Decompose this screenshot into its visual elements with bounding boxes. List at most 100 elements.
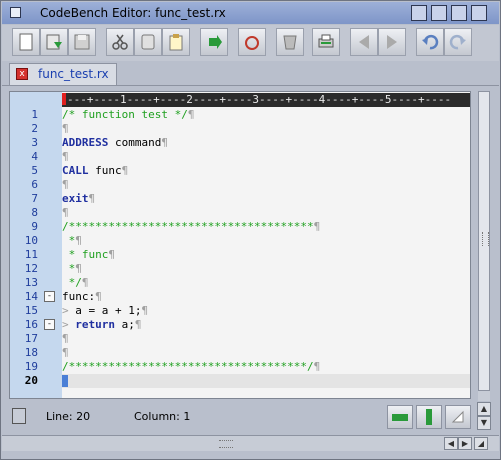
mark-button[interactable] (238, 28, 266, 56)
code-line[interactable]: 15 > a = a + 1;¶ (10, 304, 470, 318)
back-button[interactable] (350, 28, 378, 56)
flag-button[interactable] (445, 405, 471, 429)
code-line[interactable]: 16- > return a;¶ (10, 318, 470, 332)
clear-button[interactable] (276, 28, 304, 56)
code-line[interactable]: 3 ADDRESS command¶ (10, 136, 470, 150)
code-line[interactable]: 20 (10, 374, 470, 388)
code-line[interactable]: 2 ¶ (10, 122, 470, 136)
depth-back-icon[interactable] (471, 5, 487, 21)
pilcrow-mark: ¶ (75, 234, 82, 247)
vertical-scrollbar[interactable]: ▲ ▼ (475, 91, 493, 430)
code-line[interactable]: 14- func:¶ (10, 290, 470, 304)
comment-token: */ (62, 276, 82, 289)
pilcrow-mark: ¶ (62, 150, 69, 163)
code-line[interactable]: 5 CALL func¶ (10, 164, 470, 178)
scroll-left-icon[interactable]: ◀ (444, 437, 458, 450)
line-number: 14 (24, 290, 38, 303)
keyword-token: CALL (62, 164, 89, 177)
redo-button[interactable] (444, 28, 472, 56)
comment-token: /* function test */ (62, 108, 188, 121)
horizontal-scrollbar[interactable]: ◀ ▶ ◢ (2, 435, 499, 451)
ruler-toggle-button[interactable] (387, 405, 413, 429)
scroll-right-icon[interactable]: ▶ (458, 437, 472, 450)
fold-toggle-icon[interactable]: - (44, 291, 55, 302)
close-tab-icon[interactable]: x (16, 68, 28, 80)
scroll-track[interactable] (478, 91, 490, 401)
line-number: 3 (31, 136, 38, 149)
code-line[interactable]: 12 *¶ (10, 262, 470, 276)
new-document-button[interactable] (12, 28, 40, 56)
line-text: func:¶ (62, 290, 102, 304)
paste-button[interactable] (162, 28, 190, 56)
line-text: ¶ (62, 206, 69, 220)
title-bar[interactable]: CodeBench Editor: func_test.rx (2, 2, 499, 24)
print-button[interactable] (312, 28, 340, 56)
line-text: > a = a + 1;¶ (62, 304, 148, 318)
new-document-icon (19, 33, 33, 51)
toolbar (2, 25, 499, 61)
zoom-icon[interactable] (431, 5, 447, 21)
line-number: 12 (24, 262, 38, 275)
arrow-right-icon (387, 35, 397, 49)
pilcrow-mark: ¶ (88, 192, 96, 205)
line-number: 11 (24, 248, 38, 261)
code-line[interactable]: 1 /* function test */¶ (10, 108, 470, 122)
code-line[interactable]: 11 * func¶ (10, 248, 470, 262)
close-window-icon[interactable] (10, 7, 21, 18)
line-number: 6 (31, 178, 38, 191)
line-text: ¶ (62, 178, 69, 192)
line-number: 4 (31, 150, 38, 163)
cut-button[interactable] (106, 28, 134, 56)
window-title: CodeBench Editor: func_test.rx (40, 6, 226, 20)
pilcrow-mark: ¶ (187, 108, 195, 121)
undo-button[interactable] (416, 28, 444, 56)
code-token: func: (62, 290, 96, 303)
mark-icon (245, 36, 259, 50)
code-token: func (88, 164, 122, 177)
column-indicator: Column: 1 (134, 410, 191, 423)
fold-toggle-icon[interactable]: - (44, 319, 55, 330)
line-number: 8 (31, 206, 38, 219)
code-line[interactable]: 7 exit¶ (10, 192, 470, 206)
scroll-down-icon[interactable]: ▼ (477, 416, 491, 430)
line-number: 19 (24, 360, 38, 373)
line-text: ADDRESS command¶ (62, 136, 168, 150)
pilcrow-mark: ¶ (75, 262, 82, 275)
code-line[interactable]: 13 */¶ (10, 276, 470, 290)
resize-corner-icon[interactable]: ◢ (474, 437, 488, 450)
jump-button[interactable] (200, 28, 228, 56)
pilcrow-mark: ¶ (62, 346, 69, 359)
bucket-icon (283, 35, 297, 50)
line-text: *¶ (62, 262, 82, 276)
open-file-button[interactable] (40, 28, 68, 56)
tab-func-test[interactable]: x func_test.rx (9, 63, 117, 85)
forward-button[interactable] (378, 28, 406, 56)
code-line[interactable]: 17 ¶ (10, 332, 470, 346)
code-line[interactable]: 8 ¶ (10, 206, 470, 220)
code-line[interactable]: 19 /************************************/… (10, 360, 470, 374)
line-number: 20 (24, 374, 38, 387)
scroll-up-icon[interactable]: ▲ (477, 402, 491, 416)
scroll-thumb[interactable] (478, 91, 490, 391)
code-line[interactable]: 4 ¶ (10, 150, 470, 164)
iconify-icon[interactable] (411, 5, 427, 21)
line-number: 10 (24, 234, 38, 247)
comment-token: * (62, 262, 76, 275)
pilcrow-mark: ¶ (62, 332, 69, 345)
save-icon (74, 34, 90, 50)
ruler-cursor-marker (62, 93, 66, 105)
line-text: ¶ (62, 122, 69, 136)
code-editor[interactable]: ---+----1----+----2----+----3----+----4-… (9, 91, 471, 399)
clipboard-icon (169, 34, 183, 51)
pilcrow-mark: ¶ (95, 290, 102, 303)
open-file-icon (46, 34, 62, 50)
code-line[interactable]: 18 ¶ (10, 346, 470, 360)
gutter-toggle-button[interactable] (416, 405, 442, 429)
copy-button[interactable] (134, 28, 162, 56)
code-line[interactable]: 9 /*************************************¶ (10, 220, 470, 234)
code-token: command (108, 136, 162, 149)
save-button[interactable] (68, 28, 96, 56)
code-line[interactable]: 6 ¶ (10, 178, 470, 192)
depth-icon[interactable] (451, 5, 467, 21)
code-line[interactable]: 10 *¶ (10, 234, 470, 248)
